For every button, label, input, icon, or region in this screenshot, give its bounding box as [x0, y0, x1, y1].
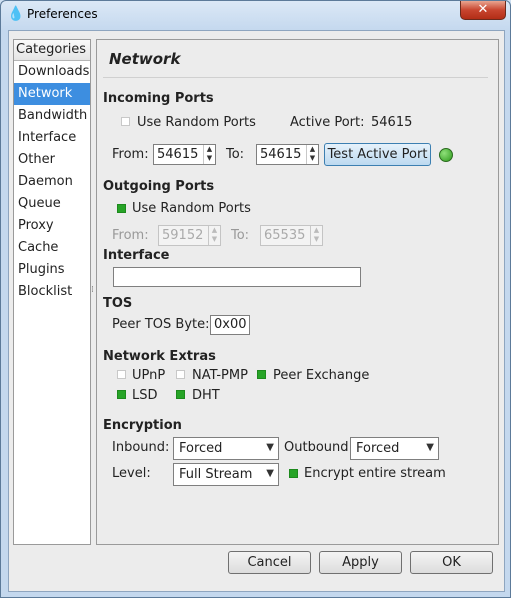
- categories-header[interactable]: Categories: [14, 40, 90, 61]
- port-status-indicator-icon: [439, 148, 453, 162]
- incoming-random-ports-label[interactable]: Use Random Ports: [137, 115, 256, 130]
- spinner-arrows-icon[interactable]: ▲ ▼: [208, 226, 220, 245]
- incoming-to-spinner[interactable]: 54615 ▲ ▼: [256, 144, 319, 165]
- category-other[interactable]: Other: [14, 149, 90, 171]
- network-extras-heading: Network Extras: [103, 349, 216, 364]
- incoming-from-label: From:: [112, 147, 149, 162]
- chevron-down-icon[interactable]: ▼: [426, 442, 434, 453]
- peer-tos-input[interactable]: 0x00: [210, 315, 250, 335]
- page-title: Network: [109, 50, 181, 68]
- test-active-port-button[interactable]: Test Active Port: [324, 143, 431, 166]
- tos-heading: TOS: [103, 296, 133, 311]
- upnp-label[interactable]: UPnP: [132, 368, 165, 383]
- category-network[interactable]: Network: [14, 83, 90, 105]
- outgoing-to-value[interactable]: 65535: [264, 228, 305, 243]
- spinner-arrows-icon[interactable]: ▲ ▼: [310, 226, 322, 245]
- level-select[interactable]: Full Stream ▼: [173, 463, 279, 486]
- outgoing-from-value[interactable]: 59152: [162, 228, 203, 243]
- category-bandwidth[interactable]: Bandwidth: [14, 105, 90, 127]
- lsd-checkbox[interactable]: [117, 390, 126, 399]
- incoming-to-value[interactable]: 54615: [260, 147, 301, 162]
- outbound-select[interactable]: Forced ▼: [350, 437, 439, 460]
- spinner-arrows-icon[interactable]: ▲ ▼: [306, 145, 318, 164]
- title-bar[interactable]: 💧 Preferences ✕: [1, 1, 510, 29]
- chevron-down-icon[interactable]: ▼: [266, 468, 274, 479]
- ok-button[interactable]: OK: [410, 551, 493, 574]
- peer-exchange-checkbox[interactable]: [257, 370, 266, 379]
- category-blocklist[interactable]: Blocklist: [14, 281, 90, 303]
- lsd-label[interactable]: LSD: [132, 388, 158, 403]
- inbound-select[interactable]: Forced ▼: [173, 437, 279, 460]
- category-downloads[interactable]: Downloads: [14, 61, 90, 83]
- outgoing-from-spinner[interactable]: 59152 ▲ ▼: [158, 225, 221, 246]
- incoming-from-spinner[interactable]: 54615 ▲ ▼: [153, 144, 216, 165]
- outgoing-random-ports-label[interactable]: Use Random Ports: [132, 201, 251, 216]
- outgoing-to-label: To:: [231, 228, 250, 243]
- encrypt-entire-stream-label[interactable]: Encrypt entire stream: [304, 466, 446, 481]
- cancel-button[interactable]: Cancel: [228, 551, 311, 574]
- peer-exchange-label[interactable]: Peer Exchange: [273, 368, 369, 383]
- category-proxy[interactable]: Proxy: [14, 215, 90, 237]
- incoming-random-ports-checkbox[interactable]: [121, 117, 130, 126]
- category-cache[interactable]: Cache: [14, 237, 90, 259]
- encryption-heading: Encryption: [103, 418, 182, 433]
- deluge-drop-icon: 💧: [7, 6, 25, 22]
- interface-heading: Interface: [103, 248, 170, 263]
- peer-tos-label: Peer TOS Byte:: [112, 317, 210, 332]
- category-daemon[interactable]: Daemon: [14, 171, 90, 193]
- window-title: Preferences: [27, 7, 98, 21]
- outgoing-ports-heading: Outgoing Ports: [103, 179, 215, 194]
- outbound-label: Outbound:: [284, 440, 353, 455]
- incoming-from-value[interactable]: 54615: [157, 147, 198, 162]
- close-button[interactable]: ✕: [460, 1, 506, 20]
- title-divider: [103, 77, 488, 78]
- inbound-label: Inbound:: [112, 440, 170, 455]
- level-label: Level:: [112, 466, 151, 481]
- natpmp-checkbox[interactable]: [176, 370, 185, 379]
- chevron-down-icon[interactable]: ▼: [266, 442, 274, 453]
- active-port-label: Active Port:: [290, 115, 365, 130]
- interface-input[interactable]: [113, 267, 361, 287]
- category-interface[interactable]: Interface: [14, 127, 90, 149]
- outgoing-random-ports-checkbox[interactable]: [117, 204, 126, 213]
- incoming-to-label: To:: [226, 147, 245, 162]
- incoming-ports-heading: Incoming Ports: [103, 91, 214, 106]
- pane-splitter[interactable]: ⁞: [91, 285, 94, 295]
- spinner-arrows-icon[interactable]: ▲ ▼: [203, 145, 215, 164]
- category-plugins[interactable]: Plugins: [14, 259, 90, 281]
- preferences-window: 💧 Preferences ✕ Categories Downloads Net…: [0, 0, 511, 598]
- inbound-value[interactable]: Forced: [179, 441, 222, 456]
- level-value[interactable]: Full Stream: [179, 467, 252, 482]
- outbound-value[interactable]: Forced: [356, 441, 399, 456]
- outgoing-from-label: From:: [112, 228, 149, 243]
- active-port-value: 54615: [371, 115, 413, 130]
- apply-button[interactable]: Apply: [319, 551, 402, 574]
- natpmp-label[interactable]: NAT-PMP: [192, 368, 248, 383]
- encrypt-entire-stream-checkbox[interactable]: [289, 469, 298, 478]
- dht-checkbox[interactable]: [176, 390, 185, 399]
- dht-label[interactable]: DHT: [192, 388, 220, 403]
- category-queue[interactable]: Queue: [14, 193, 90, 215]
- network-panel: Network Incoming Ports Use Random Ports …: [96, 39, 499, 545]
- upnp-checkbox[interactable]: [117, 370, 126, 379]
- categories-list: Categories Downloads Network Bandwidth I…: [13, 39, 91, 545]
- dialog-body: Categories Downloads Network Bandwidth I…: [8, 30, 505, 592]
- outgoing-to-spinner[interactable]: 65535 ▲ ▼: [260, 225, 323, 246]
